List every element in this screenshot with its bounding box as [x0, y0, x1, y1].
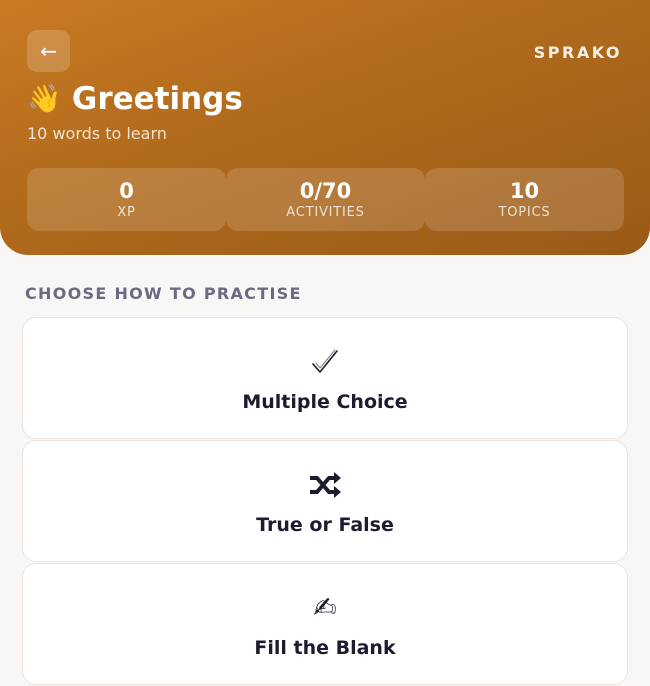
- stat-activities: 0/70 ACTIVITIES: [226, 168, 425, 231]
- stat-xp: 0 XP: [27, 168, 226, 231]
- stats-row: 0 XP 0/70 ACTIVITIES 10 TOPICS: [27, 168, 624, 231]
- waving-hand-icon: 👋: [27, 82, 62, 115]
- stat-value: 0/70: [299, 179, 352, 203]
- mode-label: Fill the Blank: [254, 637, 396, 659]
- writing-hand-icon: ✍: [313, 589, 336, 627]
- mode-true-or-false-button[interactable]: True or False: [22, 440, 628, 562]
- mode-multiple-choice-button[interactable]: Multiple Choice: [22, 317, 628, 439]
- stat-value: 0: [119, 179, 134, 203]
- title-row: 👋 Greetings: [27, 80, 243, 118]
- page-title: Greetings: [71, 81, 243, 117]
- page-subtitle: 10 words to learn: [27, 124, 167, 143]
- lesson-header: ← SPRAKO 👋 Greetings 10 words to learn 0…: [0, 0, 650, 255]
- mode-fill-the-blank-button[interactable]: ✍ Fill the Blank: [22, 563, 628, 685]
- back-arrow-icon: ←: [40, 39, 57, 63]
- mode-label: Multiple Choice: [242, 391, 408, 413]
- writing-hand-glyph: ✍: [313, 591, 337, 624]
- stat-topics: 10 TOPICS: [425, 168, 624, 231]
- stat-label: XP: [117, 205, 136, 220]
- mode-label: True or False: [256, 514, 394, 536]
- section-heading: CHOOSE HOW TO PRACTISE: [25, 284, 302, 303]
- check-icon-svg: [312, 349, 338, 373]
- shuffle-icon: [308, 466, 342, 504]
- check-icon: [309, 343, 341, 381]
- brand-logo: SPRAKO: [533, 43, 622, 62]
- stat-value: 10: [509, 179, 540, 203]
- practice-mode-list: Multiple Choice True or False ✍ Fill the…: [22, 317, 628, 686]
- shuffle-icon-svg: [310, 472, 341, 498]
- stat-label: TOPICS: [498, 205, 551, 220]
- stat-label: ACTIVITIES: [286, 205, 365, 220]
- back-button[interactable]: ←: [27, 30, 70, 72]
